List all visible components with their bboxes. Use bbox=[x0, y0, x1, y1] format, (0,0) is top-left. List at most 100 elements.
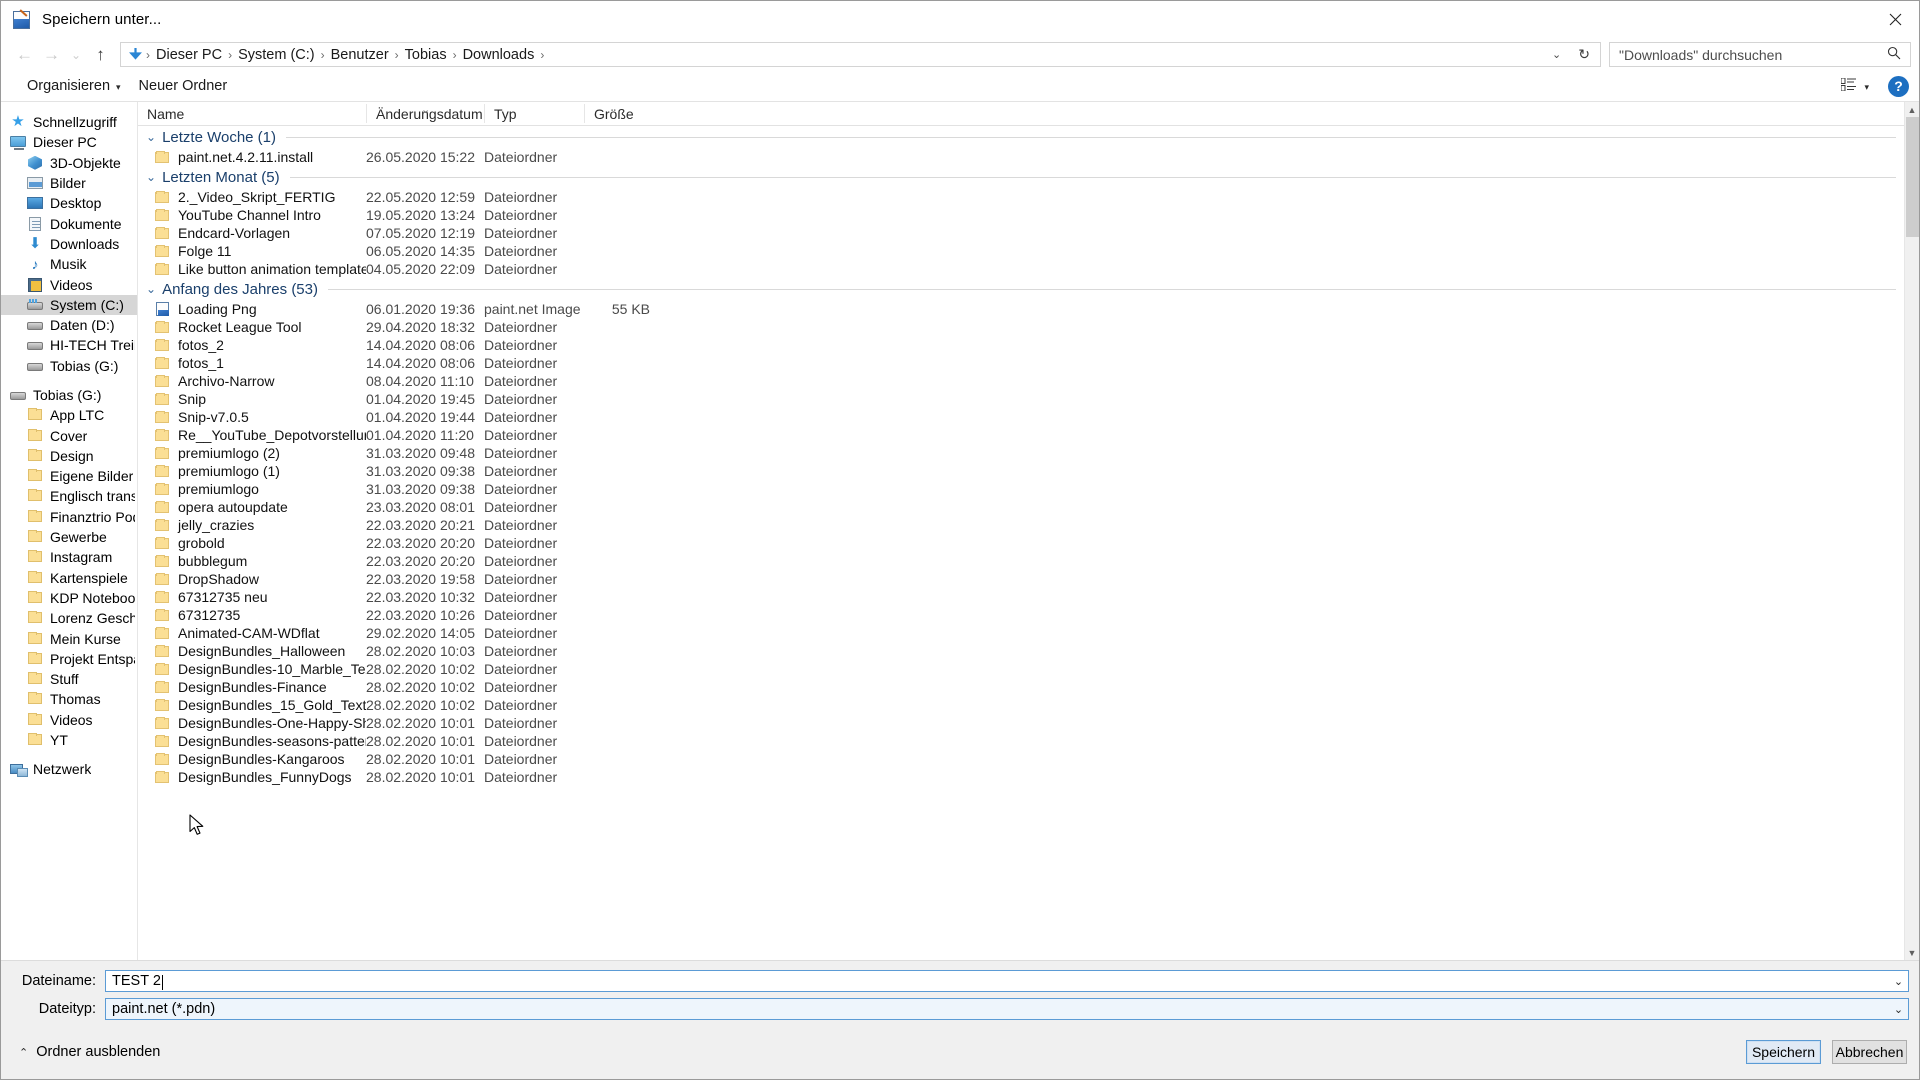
sidebar-item-eigene-bilder[interactable]: Eigene Bilder bbox=[1, 466, 137, 486]
table-row[interactable]: paint.net.4.2.11.install 26.05.2020 15:22… bbox=[138, 148, 1904, 166]
search-input[interactable] bbox=[1610, 44, 1883, 65]
sidebar-item-3d-objekte[interactable]: 3D-Objekte bbox=[1, 153, 137, 173]
back-button[interactable]: ← bbox=[11, 41, 38, 68]
help-button[interactable]: ? bbox=[1888, 75, 1909, 97]
sidebar-item-tobias-g[interactable]: Tobias (G:) bbox=[1, 356, 137, 376]
table-row[interactable]: grobold 22.03.2020 20:20 Dateiordner bbox=[138, 534, 1904, 552]
table-row[interactable]: YouTube Channel Intro 19.05.2020 13:24 Dat… bbox=[138, 206, 1904, 224]
column-header-type[interactable]: Typ bbox=[484, 104, 584, 123]
cancel-button[interactable]: Abbrechen bbox=[1832, 1040, 1907, 1064]
sidebar-item-bilder[interactable]: Bilder bbox=[1, 173, 137, 193]
filename-value[interactable]: TEST 2 bbox=[106, 973, 1889, 990]
table-row[interactable]: Endcard-Vorlagen 07.05.2020 12:19 Dateiord… bbox=[138, 224, 1904, 242]
sidebar-item-musik[interactable]: ♪ Musik bbox=[1, 254, 137, 274]
table-row[interactable]: DesignBundles_15_Gold_Textures28.02.2020… bbox=[138, 696, 1904, 714]
address-dropdown-button[interactable]: ⌄ bbox=[1542, 48, 1571, 61]
save-button[interactable]: Speichern bbox=[1746, 1040, 1821, 1064]
up-button[interactable]: ↑ bbox=[87, 41, 114, 68]
navigation-pane[interactable]: ★ Schnellzugriff Dieser PC 3D-Objekte Bilder… bbox=[1, 102, 137, 960]
sidebar-item-schnellzugriff[interactable]: ★ Schnellzugriff bbox=[1, 112, 137, 132]
view-options-button[interactable]: ▾ bbox=[1835, 76, 1875, 97]
table-row[interactable]: DesignBundles-10_Marble_Textures28.02.20… bbox=[138, 660, 1904, 678]
recent-locations-button[interactable]: ⌄ bbox=[65, 41, 87, 68]
hide-folders-button[interactable]: ⌃ Ordner ausblenden bbox=[19, 1044, 160, 1060]
sidebar-item-downloads[interactable]: ⬇ Downloads bbox=[1, 234, 137, 254]
breadcrumb-item-0[interactable]: Dieser PC bbox=[151, 47, 227, 63]
scroll-up-button[interactable]: ▲ bbox=[1905, 102, 1920, 117]
table-row[interactable]: bubblegum 22.03.2020 20:20 Dateiordner bbox=[138, 552, 1904, 570]
sidebar-item-videos[interactable]: Videos bbox=[1, 710, 137, 730]
breadcrumb-item-4[interactable]: Downloads bbox=[458, 47, 540, 63]
table-row[interactable]: premiumlogo (2) 31.03.2020 09:48 Dateiordn… bbox=[138, 444, 1904, 462]
filename-field[interactable]: TEST 2 ⌄ bbox=[105, 970, 1909, 992]
new-folder-button[interactable]: Neuer Ordner bbox=[130, 75, 237, 97]
sidebar-item-stuff[interactable]: Stuff bbox=[1, 669, 137, 689]
table-row[interactable]: DesignBundles-Finance 28.02.2020 10:02 Dat… bbox=[138, 678, 1904, 696]
table-row[interactable]: Rocket League Tool 29.04.2020 18:32 Dateio… bbox=[138, 318, 1904, 336]
sidebar-item-design[interactable]: Design bbox=[1, 446, 137, 466]
table-row[interactable]: DesignBundles-seasons-patterns-col28.02.… bbox=[138, 732, 1904, 750]
table-row[interactable]: 67312735 22.03.2020 10:26 Dateiordner bbox=[138, 606, 1904, 624]
table-row[interactable]: 67312735 neu 22.03.2020 10:32 Dateiordner bbox=[138, 588, 1904, 606]
table-row[interactable]: fotos_1 14.04.2020 08:06 Dateiordner bbox=[138, 354, 1904, 372]
table-row[interactable]: Animated-CAM-WDflat 29.02.2020 14:05 Datei… bbox=[138, 624, 1904, 642]
table-row[interactable]: DropShadow 22.03.2020 19:58 Dateiordner bbox=[138, 570, 1904, 588]
breadcrumb-item-3[interactable]: Tobias bbox=[400, 47, 452, 63]
organize-button[interactable]: Organisieren ▾ bbox=[18, 75, 130, 97]
file-group-header[interactable]: ⌄ Letzte Woche (1) bbox=[138, 126, 1904, 148]
sidebar-item-system-c[interactable]: System (C:) bbox=[1, 294, 137, 315]
file-rows[interactable]: ⌄ Letzte Woche (1) paint.net.4.2.11.instal… bbox=[138, 126, 1904, 960]
sidebar-item-englisch-translate[interactable]: Englisch translate bbox=[1, 486, 137, 506]
table-row[interactable]: jelly_crazies 22.03.2020 20:21 Dateiordner bbox=[138, 516, 1904, 534]
sidebar-item-projekt-entspannung[interactable]: Projekt Entspannung bbox=[1, 649, 137, 669]
filetype-dropdown-icon[interactable]: ⌄ bbox=[1889, 1003, 1908, 1016]
column-header-size[interactable]: Größe bbox=[584, 104, 650, 123]
sidebar-item-finanztrio-podcast[interactable]: Finanztrio Podcast bbox=[1, 507, 137, 527]
sidebar-item-netzwerk[interactable]: Netzwerk bbox=[1, 759, 137, 779]
table-row[interactable]: Loading Png 06.01.2020 19:36 paint.net Ima… bbox=[138, 300, 1904, 318]
table-row[interactable]: DesignBundles_FunnyDogs 28.02.2020 10:01 D… bbox=[138, 768, 1904, 786]
sidebar-item-desktop[interactable]: Desktop bbox=[1, 193, 137, 213]
sidebar-item-dieser-pc[interactable]: Dieser PC bbox=[1, 132, 137, 152]
filetype-select[interactable]: paint.net (*.pdn) ⌄ bbox=[105, 998, 1909, 1020]
search-icon[interactable] bbox=[1883, 46, 1910, 64]
table-row[interactable]: Snip 01.04.2020 19:45 Dateiordner bbox=[138, 390, 1904, 408]
sidebar-item-videos[interactable]: Videos bbox=[1, 274, 137, 294]
table-row[interactable]: Snip-v7.0.5 01.04.2020 19:44 Dateiordner bbox=[138, 408, 1904, 426]
breadcrumb-item-1[interactable]: System (C:) bbox=[233, 47, 320, 63]
sidebar-item-hi-tech-treiber-e[interactable]: HI-TECH Treiber (E:) bbox=[1, 335, 137, 355]
sidebar-item-daten-d[interactable]: Daten (D:) bbox=[1, 315, 137, 335]
table-row[interactable]: DesignBundles-One-Happy-Shark28.02.2020 … bbox=[138, 714, 1904, 732]
file-group-header[interactable]: ⌄ Anfang des Jahres (53) bbox=[138, 278, 1904, 300]
sidebar-item-yt[interactable]: YT bbox=[1, 730, 137, 750]
search-box[interactable] bbox=[1609, 42, 1911, 67]
table-row[interactable]: premiumlogo (1) 31.03.2020 09:38 Dateiordn… bbox=[138, 462, 1904, 480]
refresh-button[interactable]: ↻ bbox=[1571, 46, 1597, 63]
sidebar-item-thomas[interactable]: Thomas bbox=[1, 689, 137, 709]
forward-button[interactable]: → bbox=[38, 41, 65, 68]
close-button[interactable] bbox=[1871, 1, 1919, 38]
table-row[interactable]: DesignBundles-Kangaroos 28.02.2020 10:01 D… bbox=[138, 750, 1904, 768]
sidebar-item-kdp-notebook[interactable]: KDP Notebook bbox=[1, 588, 137, 608]
sidebar-item-lorenz-geschenk[interactable]: Lorenz Geschenk bbox=[1, 608, 137, 628]
vertical-scrollbar[interactable]: ▲ ▼ bbox=[1904, 102, 1919, 960]
table-row[interactable]: Like button animation template 04.05.2020… bbox=[138, 260, 1904, 278]
address-bar[interactable]: › Dieser PC › System (C:) › Benutzer › T… bbox=[120, 42, 1601, 67]
sidebar-item-instagram[interactable]: Instagram bbox=[1, 547, 137, 567]
table-row[interactable]: premiumlogo 31.03.2020 09:38 Dateiordner bbox=[138, 480, 1904, 498]
table-row[interactable]: Folge 11 06.05.2020 14:35 Dateiordner bbox=[138, 242, 1904, 260]
sidebar-item-kartenspiele[interactable]: Kartenspiele bbox=[1, 568, 137, 588]
file-group-header[interactable]: ⌄ Letzten Monat (5) bbox=[138, 166, 1904, 188]
sidebar-item-app-ltc[interactable]: App LTC bbox=[1, 405, 137, 425]
sidebar-item-tobias-g[interactable]: Tobias (G:) bbox=[1, 385, 137, 405]
scroll-thumb[interactable] bbox=[1905, 117, 1919, 237]
sidebar-item-dokumente[interactable]: Dokumente bbox=[1, 213, 137, 233]
sidebar-item-gewerbe[interactable]: Gewerbe bbox=[1, 527, 137, 547]
scroll-down-button[interactable]: ▼ bbox=[1905, 945, 1920, 960]
sidebar-item-mein-kurse[interactable]: Mein Kurse bbox=[1, 628, 137, 648]
filename-dropdown-icon[interactable]: ⌄ bbox=[1889, 975, 1908, 988]
table-row[interactable]: fotos_2 14.04.2020 08:06 Dateiordner bbox=[138, 336, 1904, 354]
sidebar-item-cover[interactable]: Cover bbox=[1, 425, 137, 445]
table-row[interactable]: 2._Video_Skript_FERTIG 22.05.2020 12:59 Da… bbox=[138, 188, 1904, 206]
scroll-track[interactable] bbox=[1905, 117, 1920, 945]
